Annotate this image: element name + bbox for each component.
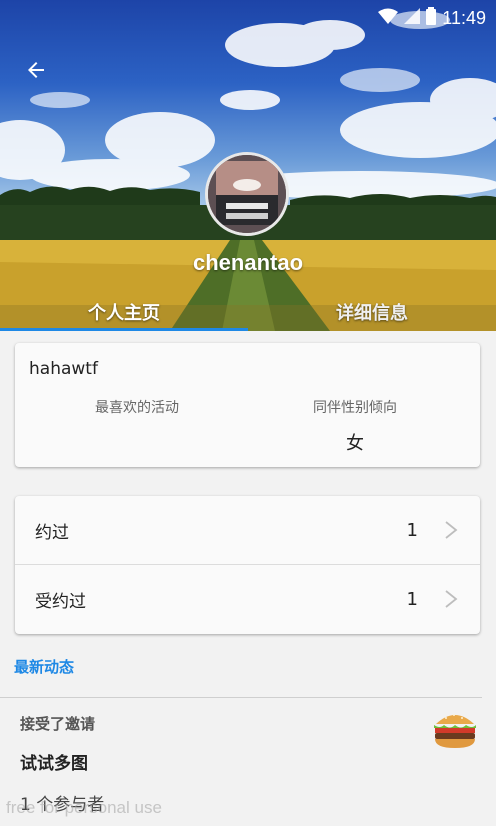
stat-row-dated[interactable]: 约过 1: [15, 496, 480, 565]
partner-gender-value: 女: [346, 433, 364, 454]
avatar[interactable]: [205, 152, 289, 236]
favorite-activity-label: 最喜欢的活动: [95, 400, 179, 416]
battery-icon: [426, 7, 437, 29]
wifi-icon: [378, 8, 399, 28]
stats-card: 约过 1 受约过 1: [15, 496, 480, 634]
profile-tabs: 个人主页 详细信息: [0, 292, 496, 331]
burger-icon: [434, 714, 476, 748]
stat-row-was-dated[interactable]: 受约过 1: [15, 565, 480, 634]
username: chenantao: [192, 250, 304, 275]
tab-personal-homepage[interactable]: 个人主页: [0, 292, 248, 331]
partner-gender-preference: 同伴性别倾向 女: [255, 397, 455, 454]
partner-gender-label: 同伴性别倾向: [313, 400, 397, 416]
chevron-right-icon: [445, 521, 458, 539]
tab-indicator: [0, 328, 248, 331]
stat-count: 1: [406, 519, 418, 541]
watermark: free for personal use: [6, 798, 162, 817]
stat-count: 1: [406, 589, 418, 610]
avatar-image: [208, 155, 286, 233]
profile-header: 11:49 chenantao 个人主页 详细信息: [0, 0, 496, 331]
back-button[interactable]: [18, 52, 54, 88]
signal-icon: [404, 8, 421, 28]
arrow-back-icon: [28, 62, 44, 78]
feed-title: 试试多图: [20, 754, 88, 774]
feed-action: 接受了邀请: [20, 715, 96, 733]
favorite-activity: 最喜欢的活动: [37, 397, 237, 451]
latest-activity-heading: 最新动态: [14, 658, 75, 676]
profile-info-card: hahawtf 最喜欢的活动 同伴性别倾向 女: [15, 343, 480, 467]
chevron-right-icon: [445, 590, 458, 608]
favorite-activity-value: [37, 429, 237, 451]
status-time: 11:49: [442, 7, 486, 28]
stat-label: 受约过: [35, 592, 86, 612]
status-bar: 11:49: [378, 6, 486, 30]
tab-detailed-info[interactable]: 详细信息: [248, 292, 496, 331]
bio-text: hahawtf: [29, 359, 98, 379]
stat-label: 约过: [35, 522, 69, 543]
